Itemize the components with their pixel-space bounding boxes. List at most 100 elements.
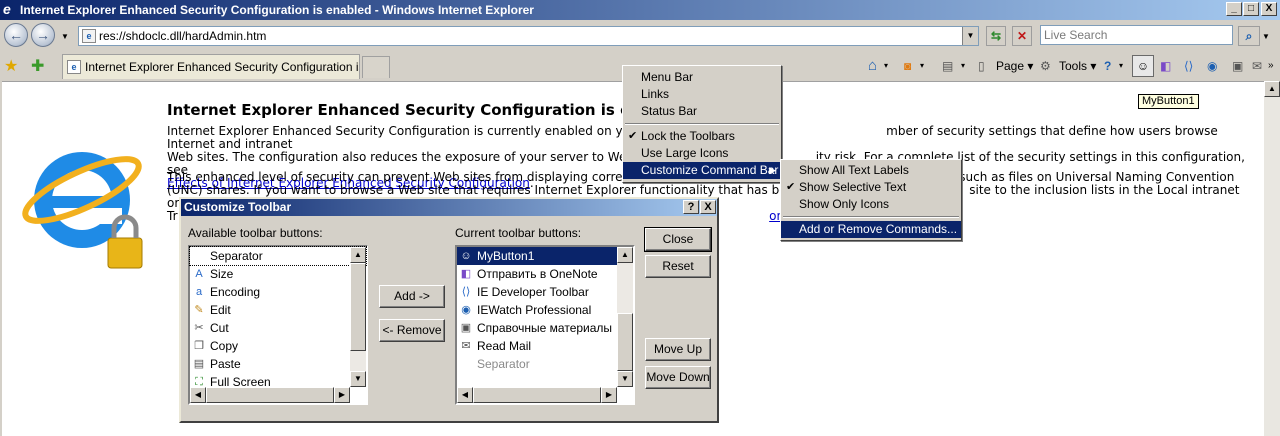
page-icon: e	[82, 29, 96, 43]
dialog-close-button[interactable]: X	[700, 200, 716, 214]
dialog-title-bar: Customize Toolbar ? X	[181, 199, 717, 216]
stop-icon[interactable]: ✕	[1012, 26, 1032, 46]
available-vertical-scrollbar[interactable]: ▲ ▼	[350, 247, 366, 387]
list-item[interactable]: ⟨⟩ IE Developer Toolbar	[457, 283, 633, 301]
scroll-right-icon[interactable]: ▶	[601, 387, 617, 403]
page-vertical-scrollbar[interactable]: ▲	[1264, 81, 1280, 436]
list-item[interactable]: ✉ Read Mail	[457, 337, 633, 355]
list-item-label: Cut	[210, 321, 229, 335]
refresh-icon[interactable]: ⇆	[986, 26, 1006, 46]
minimize-button[interactable]: _	[1226, 2, 1242, 16]
scroll-up-icon[interactable]: ▲	[617, 247, 633, 263]
move-up-button[interactable]: Move Up	[645, 338, 711, 361]
onenote-icon[interactable]: ◧	[1160, 56, 1171, 76]
remove-button[interactable]: <- Remove	[379, 319, 445, 342]
list-item-label: Read Mail	[477, 339, 532, 353]
favorites-star-icon[interactable]: ★	[4, 56, 18, 76]
list-item[interactable]: ☺ MyButton1	[457, 247, 633, 265]
maximize-button[interactable]: □	[1243, 2, 1259, 16]
tab-current[interactable]: e Internet Explorer Enhanced Security Co…	[62, 54, 360, 79]
available-buttons-list[interactable]: Separator A Size a Encoding ✎ Edit ✂ Cut ❐ Co…	[188, 245, 368, 405]
help-chevron-icon[interactable]: ▾	[1119, 56, 1123, 76]
close-button[interactable]: Close	[644, 227, 712, 252]
move-down-button[interactable]: Move Down	[645, 366, 711, 389]
add-favorites-icon[interactable]: ✚	[31, 56, 44, 76]
dialog-help-button[interactable]: ?	[683, 200, 699, 214]
list-item[interactable]: ✎ Edit	[190, 301, 366, 319]
submenu-item-add-remove[interactable]: Add or Remove Commands...	[781, 221, 961, 238]
add-button[interactable]: Add ->	[379, 285, 445, 308]
menu-item-label: Menu Bar	[641, 70, 694, 84]
scroll-up-icon[interactable]: ▲	[1264, 81, 1280, 97]
tools-menu[interactable]: Tools ▾	[1059, 56, 1096, 76]
home-chevron-icon[interactable]: ▾	[884, 56, 888, 76]
list-item[interactable]: Separator	[189, 246, 367, 266]
menu-item-menu-bar[interactable]: Menu Bar	[623, 69, 781, 86]
recent-pages-chevron-icon[interactable]: ▼	[61, 32, 69, 41]
current-vertical-scrollbar[interactable]: ▲ ▼	[617, 247, 633, 387]
scroll-left-icon[interactable]: ◀	[457, 387, 473, 403]
menu-item-links[interactable]: Links	[623, 86, 781, 103]
page-menu[interactable]: Page ▾	[996, 56, 1033, 76]
scroll-down-icon[interactable]: ▼	[617, 371, 633, 387]
list-item[interactable]: ❐ Copy	[190, 337, 366, 355]
scroll-down-icon[interactable]: ▼	[350, 371, 366, 387]
scroll-up-icon[interactable]: ▲	[350, 247, 366, 263]
list-item[interactable]: ◧ Отправить в OneNote	[457, 265, 633, 283]
developer-toolbar-icon[interactable]: ⟨⟩	[1184, 56, 1193, 76]
list-item[interactable]: A Size	[190, 265, 366, 283]
menu-item-lock-toolbars[interactable]: ✔ Lock the Toolbars	[623, 128, 781, 145]
page-menu-icon[interactable]: ▯	[978, 56, 985, 76]
search-options-chevron-icon[interactable]: ▼	[1262, 32, 1270, 41]
current-buttons-list[interactable]: ☺ MyButton1 ◧ Отправить в OneNote ⟨⟩ IE Dev…	[455, 245, 635, 405]
forward-icon[interactable]: →	[31, 23, 55, 47]
submenu-item-all-text[interactable]: Show All Text Labels	[781, 162, 961, 179]
list-item[interactable]: ✂ Cut	[190, 319, 366, 337]
submenu-item-selective-text[interactable]: ✔ Show Selective Text	[781, 179, 961, 196]
back-icon[interactable]: ←	[4, 23, 28, 47]
home-icon[interactable]: ⌂	[868, 56, 877, 76]
menu-item-large-icons[interactable]: Use Large Icons	[623, 145, 781, 162]
tools-gear-icon[interactable]: ⚙	[1040, 56, 1051, 76]
address-row: ← → ▼ e res://shdoclc.dll/hardAdmin.htm …	[0, 20, 1280, 52]
developer-toolbar-icon: ⟨⟩	[461, 286, 471, 298]
reset-button[interactable]: Reset	[645, 255, 711, 278]
search-icon[interactable]: ⌕	[1238, 26, 1260, 46]
list-item-label: Size	[210, 267, 234, 281]
scroll-thumb[interactable]	[206, 387, 334, 403]
page-menu-label: Page	[996, 59, 1025, 73]
scroll-left-icon[interactable]: ◀	[190, 387, 206, 403]
print-chevron-icon[interactable]: ▾	[961, 56, 965, 76]
help-icon[interactable]: ?	[1104, 56, 1111, 76]
address-dropdown-icon[interactable]: ▼	[962, 27, 978, 45]
list-item-label: IEWatch Professional	[477, 303, 592, 317]
feeds-icon[interactable]: ◙	[904, 56, 911, 76]
list-item[interactable]: Separator	[457, 355, 633, 373]
print-icon[interactable]: ▤	[942, 56, 953, 76]
menu-separator	[625, 123, 779, 125]
scroll-thumb[interactable]	[473, 387, 601, 403]
list-item[interactable]: ▤ Paste	[190, 355, 366, 373]
address-input[interactable]: e res://shdoclc.dll/hardAdmin.htm ▼	[78, 26, 979, 46]
research-icon[interactable]: ▣	[1232, 56, 1243, 76]
list-item[interactable]: ▣ Справочные материалы	[457, 319, 633, 337]
list-item[interactable]: ◉ IEWatch Professional	[457, 301, 633, 319]
scroll-thumb[interactable]	[350, 263, 366, 351]
iewatch-icon[interactable]: ◉	[1207, 56, 1217, 76]
scroll-thumb[interactable]	[617, 313, 633, 371]
close-window-button[interactable]: X	[1261, 2, 1277, 16]
current-horizontal-scrollbar[interactable]: ◀ ▶	[457, 387, 617, 403]
submenu-item-only-icons[interactable]: Show Only Icons	[781, 196, 961, 213]
search-input[interactable]: Live Search	[1040, 25, 1233, 45]
more-chevron-icon[interactable]: »	[1268, 56, 1274, 76]
mybutton-icon[interactable]: ☺	[1132, 55, 1154, 77]
edit-icon: ✎	[194, 304, 204, 316]
feeds-chevron-icon[interactable]: ▾	[920, 56, 924, 76]
menu-item-status-bar[interactable]: Status Bar	[623, 103, 781, 120]
list-item[interactable]: a Encoding	[190, 283, 366, 301]
new-tab-button[interactable]	[362, 56, 390, 78]
available-horizontal-scrollbar[interactable]: ◀ ▶	[190, 387, 350, 403]
menu-item-customize-command-bar[interactable]: Customize Command Bar ▶	[623, 162, 781, 179]
read-mail-icon[interactable]: ✉	[1252, 56, 1262, 76]
scroll-right-icon[interactable]: ▶	[334, 387, 350, 403]
